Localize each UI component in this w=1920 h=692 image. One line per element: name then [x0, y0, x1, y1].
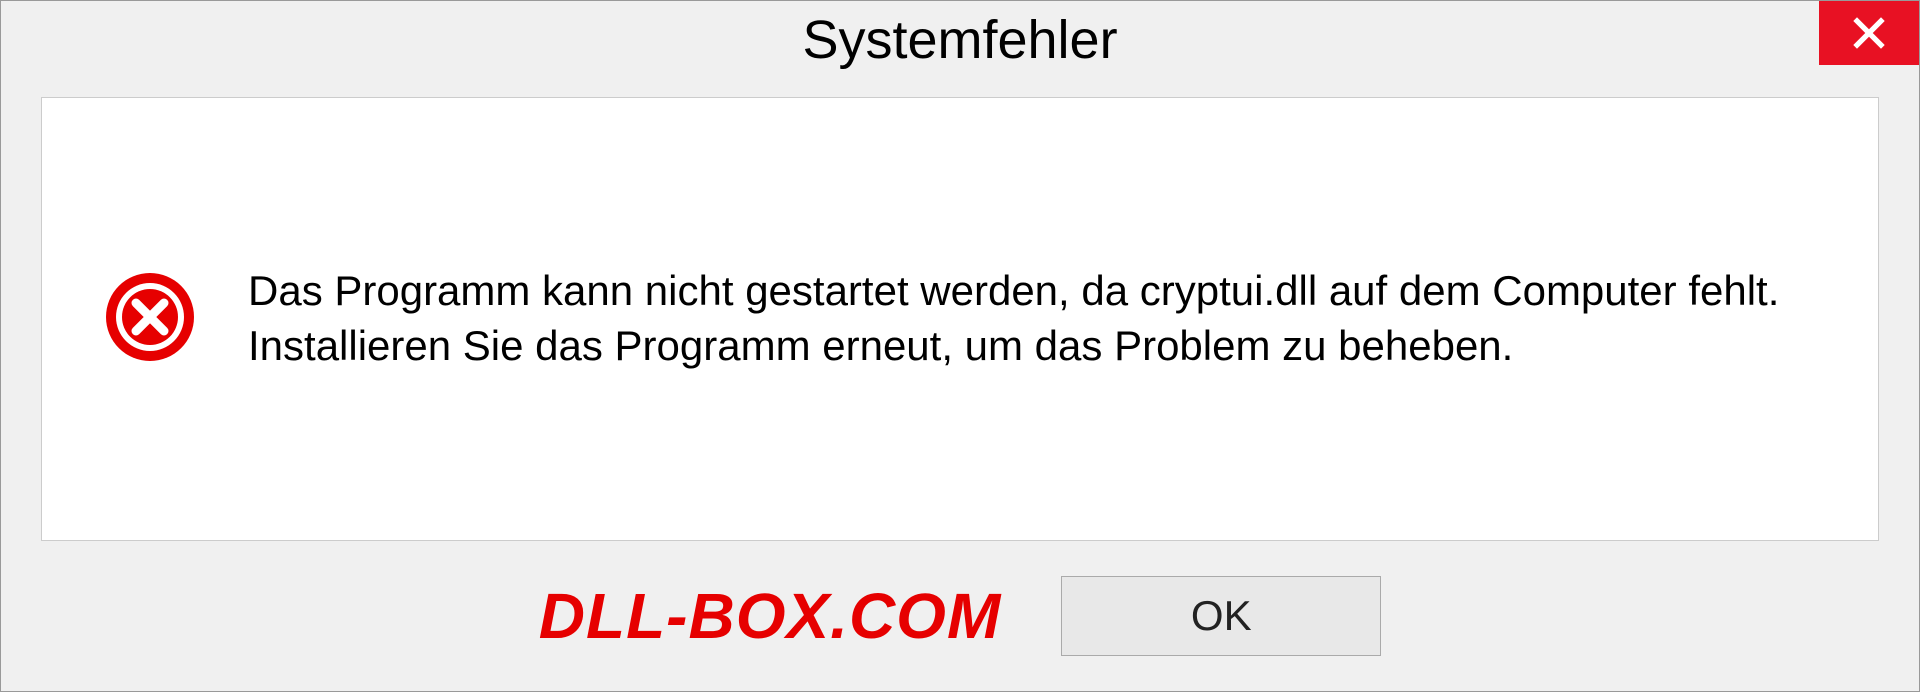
ok-button[interactable]: OK	[1061, 576, 1381, 656]
close-icon	[1851, 15, 1887, 51]
error-message: Das Programm kann nicht gestartet werden…	[248, 264, 1818, 373]
error-dialog: Systemfehler Das Programm kann nicht ges…	[0, 0, 1920, 692]
watermark-text: DLL-BOX.COM	[539, 579, 1002, 653]
close-button[interactable]	[1819, 1, 1919, 65]
error-icon	[102, 269, 198, 370]
content-area: Das Programm kann nicht gestartet werden…	[41, 97, 1879, 541]
dialog-title: Systemfehler	[802, 9, 1117, 71]
titlebar: Systemfehler	[1, 1, 1919, 81]
dialog-footer: DLL-BOX.COM OK	[1, 541, 1919, 691]
